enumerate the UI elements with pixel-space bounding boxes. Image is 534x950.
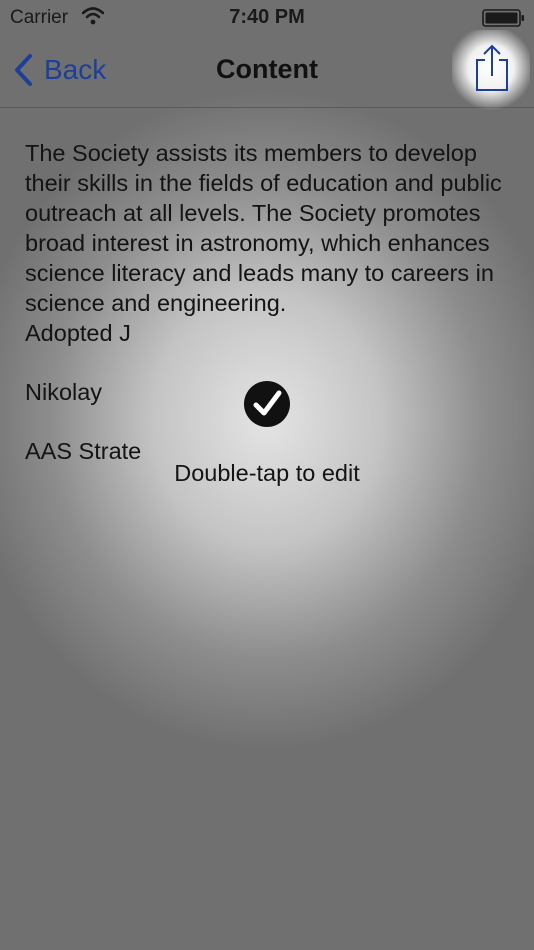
status-time: 7:40 PM: [229, 6, 305, 28]
share-button[interactable]: [452, 30, 530, 114]
battery-icon: [482, 9, 524, 27]
adopted-line: Adopted J: [25, 320, 131, 346]
share-icon: [476, 44, 508, 91]
navigation-bar: Back Content: [0, 30, 534, 114]
content-paragraph: The Society assists its members to devel…: [25, 140, 502, 316]
double-tap-hint: Double-tap to edit: [174, 460, 360, 486]
checkmark-circle-icon: [244, 381, 290, 427]
author-line: Nikolay: [25, 379, 103, 405]
